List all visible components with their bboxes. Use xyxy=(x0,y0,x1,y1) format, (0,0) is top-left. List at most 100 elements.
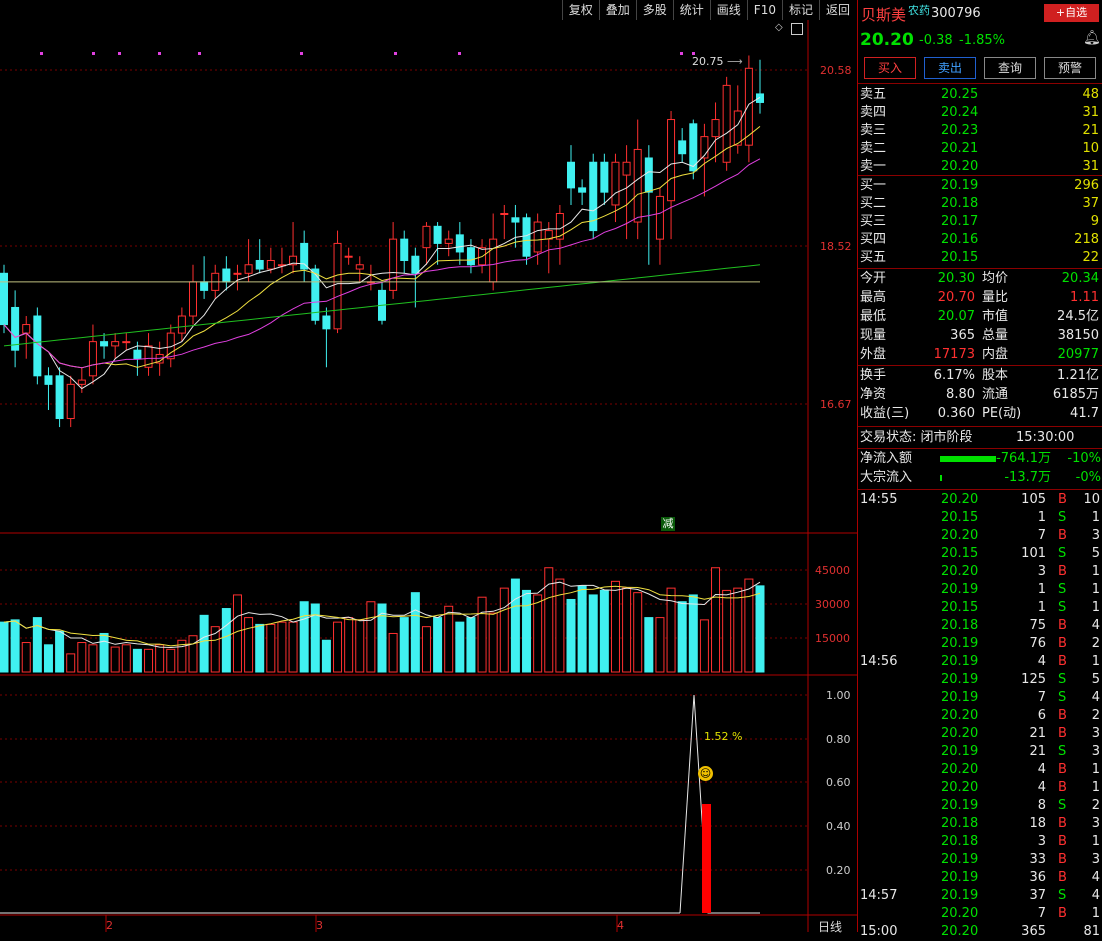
buy-button[interactable]: 买入 xyxy=(864,57,916,79)
bid-volume: 37 xyxy=(1082,196,1099,211)
tick-row[interactable]: 20.20 7 B 1 xyxy=(858,905,1102,923)
tick-count: 3 xyxy=(1091,744,1100,759)
sell-button[interactable]: 卖出 xyxy=(924,57,976,79)
tick-row[interactable]: 20.19 125 S 5 xyxy=(858,671,1102,689)
query-button[interactable]: 查询 xyxy=(984,57,1036,79)
stat-row[interactable]: 换手 6.17% 股本 1.21亿 xyxy=(858,367,1102,385)
bid-row[interactable]: 买四 20.16 218 xyxy=(858,231,1102,249)
candle-body xyxy=(88,341,97,377)
restore-icon[interactable]: ◇ xyxy=(775,23,785,33)
volume-bar xyxy=(366,601,376,673)
volume-bar xyxy=(55,630,65,673)
bid-row[interactable]: 买五 20.15 22 xyxy=(858,249,1102,267)
bid-row[interactable]: 买一 20.19 296 xyxy=(858,177,1102,195)
tick-count: 3 xyxy=(1091,726,1100,741)
chart-toolbar: 复权 叠加 多股 统计 画线 F10 标记 返回 xyxy=(561,0,856,20)
stat-row[interactable]: 净资 8.80 流通 6185万 xyxy=(858,386,1102,404)
tick-row[interactable]: 20.20 7 B 3 xyxy=(858,527,1102,545)
tick-price: 20.19 xyxy=(941,690,979,705)
tick-volume: 76 xyxy=(1029,636,1046,651)
trade-status-row[interactable]: 交易状态: 闭市阶段 15:30:00 xyxy=(858,429,1102,447)
stat-row[interactable]: 收益(三) 0.360 PE(动) 41.7 xyxy=(858,405,1102,423)
tick-row[interactable]: 20.18 18 B 3 xyxy=(858,815,1102,833)
tick-price: 20.19 xyxy=(941,852,979,867)
tick-row[interactable]: 15:00 20.20 365 81 xyxy=(858,923,1102,941)
ask-row[interactable]: 卖二 20.21 10 xyxy=(858,140,1102,158)
ask-row[interactable]: 卖三 20.23 21 xyxy=(858,122,1102,140)
tick-row[interactable]: 20.19 76 B 2 xyxy=(858,635,1102,653)
stat-row[interactable]: 现量 365 总量 38150 xyxy=(858,327,1102,345)
bid-row[interactable]: 买三 20.17 9 xyxy=(858,213,1102,231)
tick-side: S xyxy=(1058,600,1067,615)
period-label[interactable]: 日线 xyxy=(818,918,842,935)
ask-row[interactable]: 卖五 20.25 48 xyxy=(858,86,1102,104)
toolbar-item[interactable]: 标记 xyxy=(781,0,819,20)
tick-row[interactable]: 14:57 20.19 37 S 4 xyxy=(858,887,1102,905)
tick-row[interactable]: 20.20 21 B 3 xyxy=(858,725,1102,743)
toolbar-item[interactable]: 复权 xyxy=(561,0,599,20)
bid-row[interactable]: 买二 20.18 37 xyxy=(858,195,1102,213)
candle-body xyxy=(633,148,642,223)
volume-bar xyxy=(99,632,109,673)
candle-body xyxy=(756,93,764,103)
ask-price: 20.25 xyxy=(941,87,979,102)
stock-name: 贝斯美 xyxy=(861,6,907,24)
tick-row[interactable]: 20.19 8 S 2 xyxy=(858,797,1102,815)
bid-label: 买三 xyxy=(860,214,887,229)
tick-row[interactable]: 20.20 4 B 1 xyxy=(858,779,1102,797)
ask-price: 20.21 xyxy=(941,141,979,156)
tick-row[interactable]: 14:56 20.19 4 B 1 xyxy=(858,653,1102,671)
stat-row[interactable]: 最低 20.07 市值 24.5亿 xyxy=(858,308,1102,326)
candle-body xyxy=(644,157,653,193)
volume-bar xyxy=(410,592,420,673)
tick-row[interactable]: 20.20 4 B 1 xyxy=(858,761,1102,779)
stat-row[interactable]: 最高 20.70 量比 1.11 xyxy=(858,289,1102,307)
flow-row[interactable]: 大宗流入 -13.7万 -0% xyxy=(858,469,1102,487)
window-icon[interactable] xyxy=(791,23,803,35)
tick-row[interactable]: 14:55 20.20 105 B 10 xyxy=(858,491,1102,509)
bell-icon[interactable]: 🔔︎ xyxy=(1083,30,1101,46)
toolbar-item[interactable]: 叠加 xyxy=(598,0,636,20)
tick-row[interactable]: 20.19 33 B 3 xyxy=(858,851,1102,869)
kline-chart[interactable] xyxy=(0,0,857,932)
tick-row[interactable]: 20.19 1 S 1 xyxy=(858,581,1102,599)
tick-row[interactable]: 20.19 21 S 3 xyxy=(858,743,1102,761)
volume-bar xyxy=(610,580,620,673)
signal-dot xyxy=(458,52,461,55)
volume-bar xyxy=(110,646,120,673)
tick-price: 20.19 xyxy=(941,744,979,759)
signal-dot xyxy=(92,52,95,55)
tick-row[interactable]: 20.19 7 S 4 xyxy=(858,689,1102,707)
candle-body xyxy=(255,259,264,270)
ask-row[interactable]: 卖四 20.24 31 xyxy=(858,104,1102,122)
alert-button[interactable]: 预警 xyxy=(1044,57,1096,79)
tick-row[interactable]: 20.18 75 B 4 xyxy=(858,617,1102,635)
tick-time: 15:00 xyxy=(860,924,898,939)
tick-time: 14:57 xyxy=(860,888,898,903)
tick-row[interactable]: 20.19 36 B 4 xyxy=(858,869,1102,887)
toolbar-item[interactable]: F10 xyxy=(746,0,782,20)
reduce-badge[interactable]: 减 xyxy=(661,517,675,531)
tick-row[interactable]: 20.15 1 S 1 xyxy=(858,509,1102,527)
tick-row[interactable]: 20.20 3 B 1 xyxy=(858,563,1102,581)
toolbar-item[interactable]: 多股 xyxy=(635,0,673,20)
tick-volume: 1 xyxy=(1037,510,1046,525)
add-favorite-button[interactable]: +自选 xyxy=(1044,4,1099,22)
price-axis-label: 18.52 xyxy=(820,240,852,253)
tick-row[interactable]: 20.15 101 S 5 xyxy=(858,545,1102,563)
sector-tag[interactable]: 农药 xyxy=(908,2,930,18)
ask-row[interactable]: 卖一 20.20 31 xyxy=(858,158,1102,176)
toolbar-item[interactable]: 返回 xyxy=(818,0,856,20)
tick-count: 1 xyxy=(1091,510,1100,525)
stat-row[interactable]: 外盘 17173 内盘 20977 xyxy=(858,346,1102,364)
tick-row[interactable]: 20.20 6 B 2 xyxy=(858,707,1102,725)
bid-price: 20.15 xyxy=(941,250,979,265)
volume-bar xyxy=(733,587,743,673)
toolbar-item[interactable]: 统计 xyxy=(672,0,710,20)
toolbar-item[interactable]: 画线 xyxy=(709,0,747,20)
stat-row[interactable]: 今开 20.30 均价 20.34 xyxy=(858,270,1102,288)
tick-price: 20.20 xyxy=(941,924,979,939)
tick-row[interactable]: 20.15 1 S 1 xyxy=(858,599,1102,617)
tick-side: B xyxy=(1058,618,1067,633)
tick-row[interactable]: 20.18 3 B 1 xyxy=(858,833,1102,851)
